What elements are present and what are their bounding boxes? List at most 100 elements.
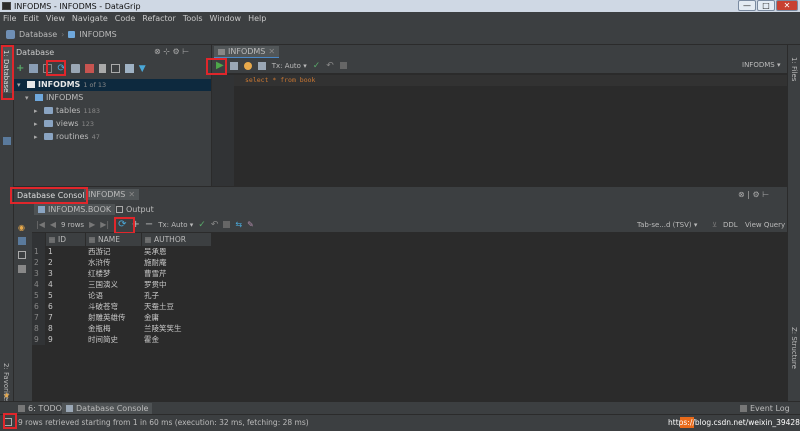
- copy-icon[interactable]: [29, 64, 39, 73]
- menu-edit[interactable]: Edit: [23, 14, 39, 23]
- menu-refactor[interactable]: Refactor: [142, 14, 176, 23]
- console-tab[interactable]: INFODMS ✕: [84, 189, 140, 200]
- remove-row-icon[interactable]: −: [145, 219, 153, 230]
- minimize-button[interactable]: —: [738, 0, 756, 11]
- stop-icon[interactable]: [223, 221, 231, 228]
- cell-id[interactable]: 4: [45, 279, 85, 290]
- table-row[interactable]: 9 9 时间简史 霍金: [32, 334, 211, 345]
- result-tab-book[interactable]: INFODMS.BOOK: [34, 204, 116, 215]
- cell-author[interactable]: 金庸: [141, 312, 211, 323]
- console-icon[interactable]: [110, 64, 120, 73]
- menu-file[interactable]: File: [3, 14, 16, 23]
- close-button[interactable]: ✕: [776, 0, 798, 11]
- run-config-icon[interactable]: ◉: [18, 223, 25, 232]
- cell-id[interactable]: 5: [45, 290, 85, 301]
- add-icon[interactable]: +: [16, 63, 24, 74]
- stop-icon[interactable]: [84, 64, 94, 73]
- pin-icon[interactable]: ✎: [247, 220, 254, 229]
- cell-id[interactable]: 3: [45, 268, 85, 279]
- tree-folder-tables[interactable]: ▸ tables 1183: [34, 106, 100, 115]
- cell-name[interactable]: 斗破苍穹: [85, 301, 141, 312]
- view-query-button[interactable]: View Query: [745, 221, 785, 229]
- collapse-icon[interactable]: ▸: [34, 107, 41, 115]
- cell-name[interactable]: 时间简史: [85, 334, 141, 345]
- column-header-author[interactable]: ▦ AUTHOR: [141, 233, 212, 246]
- properties-icon[interactable]: [43, 64, 53, 73]
- refresh-icon[interactable]: ⟳: [57, 63, 65, 74]
- schema-select[interactable]: INFODMS ▾: [742, 61, 780, 69]
- cell-author[interactable]: 曹雪芹: [141, 268, 211, 279]
- menu-view[interactable]: View: [46, 14, 65, 23]
- history-icon[interactable]: [257, 61, 266, 70]
- first-page-icon[interactable]: |◀: [36, 220, 45, 229]
- maximize-button[interactable]: □: [757, 0, 775, 11]
- tx-mode-select[interactable]: Tx: Auto ▾: [272, 62, 307, 70]
- stop-icon[interactable]: [339, 62, 347, 69]
- plan-icon[interactable]: [243, 61, 252, 70]
- collapse-icon[interactable]: ▸: [34, 133, 41, 141]
- cell-id[interactable]: 9: [45, 334, 85, 345]
- tree-folder-views[interactable]: ▸ views 123: [34, 119, 94, 128]
- column-header-id[interactable]: ▦ ID: [45, 233, 86, 246]
- table-row[interactable]: 6 6 斗破苍穹 天蚕土豆: [32, 301, 211, 312]
- cell-id[interactable]: 8: [45, 323, 85, 334]
- prev-page-icon[interactable]: ◀: [50, 220, 56, 229]
- cell-name[interactable]: 红楼梦: [85, 268, 141, 279]
- next-page-icon[interactable]: ▶: [89, 220, 95, 229]
- cell-id[interactable]: 7: [45, 312, 85, 323]
- add-row-icon[interactable]: +: [131, 219, 139, 230]
- table-row[interactable]: 2 2 水浒传 施耐庵: [32, 257, 211, 268]
- tree-folder-routines[interactable]: ▸ routines 47: [34, 132, 100, 141]
- cell-name[interactable]: 三国演义: [85, 279, 141, 290]
- tree-schema[interactable]: ▾ INFODMS: [25, 93, 83, 102]
- rollback-icon[interactable]: ↶: [211, 220, 219, 230]
- table-icon[interactable]: [98, 64, 106, 73]
- close-tab-icon[interactable]: ✕: [268, 47, 275, 56]
- expand-icon[interactable]: ▾: [17, 81, 24, 89]
- expand-icon[interactable]: ▾: [25, 94, 32, 102]
- schema-tool-icon[interactable]: [70, 64, 80, 73]
- menu-navigate[interactable]: Navigate: [72, 14, 108, 23]
- table-row[interactable]: 1 1 西游记 吴承恩: [32, 246, 211, 257]
- filter-icon[interactable]: ▼: [139, 64, 146, 74]
- table-row[interactable]: 5 5 论语 孔子: [32, 290, 211, 301]
- collapse-icon[interactable]: ▸: [34, 120, 41, 128]
- structure-tool-tab[interactable]: Z: Structure: [790, 327, 798, 369]
- gear-icon[interactable]: ⊗ ⊹ ⚙ ⊢: [154, 47, 189, 56]
- event-log-tab[interactable]: Event Log: [740, 404, 790, 413]
- layout-icon[interactable]: [18, 237, 26, 245]
- sql-text[interactable]: select * from book: [245, 76, 315, 84]
- files-tool-tab[interactable]: 1: Files: [790, 57, 798, 81]
- cell-author[interactable]: 天蚕土豆: [141, 301, 211, 312]
- cell-author[interactable]: 罗贯中: [141, 279, 211, 290]
- commit-icon[interactable]: ✓: [313, 61, 321, 71]
- db-console-tab[interactable]: Database Console: [62, 403, 153, 414]
- cell-author[interactable]: 兰陵笑笑生: [141, 323, 211, 334]
- settings-icon[interactable]: [229, 61, 238, 70]
- star-icon[interactable]: ★: [3, 391, 10, 400]
- menu-tools[interactable]: Tools: [183, 14, 203, 23]
- run-icon[interactable]: ▶: [216, 60, 224, 71]
- reload-icon[interactable]: ⟳: [118, 219, 126, 230]
- last-page-icon[interactable]: ▶|: [100, 220, 109, 229]
- format-select[interactable]: Tab-se...d (TSV) ▾: [637, 221, 697, 229]
- table-row[interactable]: 8 8 金瓶梅 兰陵笑笑生: [32, 323, 211, 334]
- print-icon[interactable]: [18, 265, 26, 273]
- todo-tab[interactable]: 6: TODO: [18, 404, 62, 413]
- cell-name[interactable]: 射雕英雄传: [85, 312, 141, 323]
- cell-author[interactable]: 施耐庵: [141, 257, 211, 268]
- cell-author[interactable]: 孔子: [141, 290, 211, 301]
- tree-root[interactable]: ▾ INFODMS 1 of 13: [17, 80, 106, 89]
- cell-name[interactable]: 西游记: [85, 246, 141, 257]
- rollback-icon[interactable]: ↶: [326, 61, 334, 71]
- database-tool-tab[interactable]: 1: Database: [1, 47, 13, 93]
- menu-help[interactable]: Help: [248, 14, 266, 23]
- table-row[interactable]: 3 3 红楼梦 曹雪芹: [32, 268, 211, 279]
- close-tab-icon[interactable]: ✕: [128, 190, 135, 199]
- breadcrumb-infodms[interactable]: INFODMS: [79, 30, 116, 39]
- cell-author[interactable]: 霍金: [141, 334, 211, 345]
- grid-icon[interactable]: [18, 251, 26, 259]
- result-tab-output[interactable]: Output: [112, 204, 158, 215]
- tx-mode-select[interactable]: Tx: Auto ▾: [158, 221, 193, 229]
- layout-toggle-icon[interactable]: [4, 418, 12, 426]
